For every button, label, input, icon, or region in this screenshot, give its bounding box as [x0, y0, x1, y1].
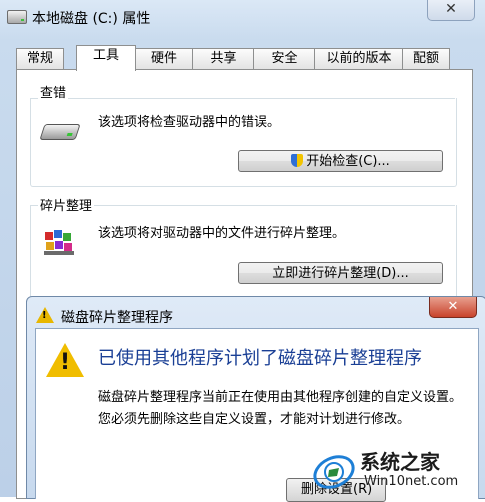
drive-icon [7, 10, 27, 24]
hard-drive-icon [39, 124, 81, 140]
warning-icon: ! [46, 343, 84, 377]
tab-quota[interactable]: 配额 [402, 48, 450, 69]
check-now-button[interactable]: 开始检查(C)... [238, 150, 443, 172]
watermark-name: 系统之家 [360, 450, 440, 474]
properties-window: 本地磁盘 (C:) 属性 ✕ 常规 工具 硬件 共享 安全 以前的版本 配额 查… [0, 0, 485, 502]
dialog-close-button[interactable]: ✕ [429, 297, 477, 318]
warning-icon: ! [36, 307, 54, 323]
dialog-message: 磁盘碎片整理程序当前正在使用由其他程序创建的自定义设置。您必须先删除这些自定义设… [98, 390, 463, 427]
error-check-description: 该选项将检查驱动器中的错误。 [98, 115, 281, 130]
tab-previous-versions[interactable]: 以前的版本 [314, 48, 404, 69]
close-button[interactable]: ✕ [427, 0, 475, 21]
defrag-group [30, 205, 457, 301]
watermark-url: Win10net.com [364, 474, 459, 489]
check-now-label: 开始检查(C)... [306, 154, 390, 169]
tab-general[interactable]: 常规 [16, 48, 64, 69]
dialog-title: 磁盘碎片整理程序 [61, 310, 173, 326]
tab-security[interactable]: 安全 [253, 48, 316, 69]
watermark: 系统之家 Win10net.com [312, 442, 485, 497]
defrag-title: 碎片整理 [38, 195, 95, 214]
defrag-description: 该选项将对驱动器中的文件进行碎片整理。 [98, 226, 346, 241]
tab-sharing[interactable]: 共享 [192, 48, 255, 69]
defrag-now-button[interactable]: 立即进行碎片整理(D)... [238, 262, 443, 284]
title-bar: 本地磁盘 (C:) 属性 ✕ [0, 0, 485, 34]
defrag-icon [44, 230, 74, 255]
watermark-logo-icon [313, 455, 355, 489]
tab-tools[interactable]: 工具 [76, 45, 136, 71]
tab-hardware[interactable]: 硬件 [134, 48, 194, 69]
shield-icon [291, 154, 304, 167]
error-check-title: 查错 [38, 82, 69, 101]
dialog-heading: 已使用其他程序计划了磁盘碎片整理程序 [98, 348, 422, 369]
window-title: 本地磁盘 (C:) 属性 [32, 11, 151, 27]
